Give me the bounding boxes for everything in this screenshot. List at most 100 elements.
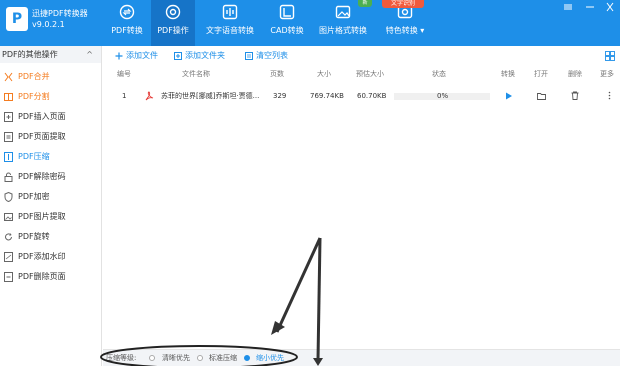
nav-label: 图片格式转换 (319, 26, 367, 35)
clear-list-icon (245, 52, 253, 60)
row-status: 0% (437, 92, 449, 100)
nav-voice[interactable]: 文字语音转换 (205, 0, 255, 46)
row-pages: 329 (273, 92, 287, 100)
option-label: 缩小优先 (256, 354, 284, 362)
sidebar-item-label: PDF解除密码 (18, 172, 66, 181)
unlock-icon (4, 172, 13, 182)
app-window: P 迅捷PDF转换器 v9.0.2.1 PDF转换 PDF操作 文字语音转换 C… (0, 0, 620, 366)
sidebar-item-delete-page[interactable]: PDF删除页面 (0, 267, 101, 287)
nav-pdf-operation[interactable]: PDF操作 (151, 0, 195, 46)
col-open: 打开 (534, 70, 548, 78)
clear-list-label: 清空列表 (256, 51, 288, 60)
col-status: 状态 (432, 70, 446, 78)
col-delete: 删除 (568, 70, 582, 78)
pdf-file-icon (145, 91, 154, 101)
merge-icon (4, 72, 13, 82)
sidebar-item-label: PDF图片提取 (18, 212, 66, 221)
radio-smaller-first[interactable] (244, 355, 250, 361)
table-row[interactable]: 1 苏菲的世界[挪威]乔斯坦·贾德... 329 769.74KB 60.70K… (103, 87, 620, 105)
sidebar-item-label: PDF压缩 (18, 152, 50, 161)
folder-icon[interactable] (537, 92, 546, 100)
app-title: 迅捷PDF转换器 (32, 9, 88, 18)
col-index: 编号 (117, 70, 131, 78)
row-est-size: 60.70KB (357, 92, 387, 100)
sidebar: PDF的其他操作 ^ PDF合并 PDF分割 PDF插入页面 PDF页面提取 P… (0, 46, 102, 366)
row-size: 769.74KB (310, 92, 344, 100)
split-icon (4, 93, 13, 101)
sidebar-item-extract-image[interactable]: PDF图片提取 (0, 207, 101, 227)
nav-cad[interactable]: CAD转换 (268, 0, 306, 46)
cad-icon (279, 4, 295, 20)
sidebar-item-label: PDF删除页面 (18, 272, 66, 281)
sidebar-item-merge[interactable]: PDF合并 (0, 67, 101, 87)
add-file-button[interactable]: 添加文件 (115, 50, 158, 62)
add-folder-icon (174, 52, 182, 60)
sidebar-item-extract-page[interactable]: PDF页面提取 (0, 127, 101, 147)
minimize-icon[interactable] (582, 0, 598, 14)
col-size: 大小 (317, 70, 331, 78)
nav-label: PDF转换 (111, 26, 143, 35)
sidebar-item-insert-page[interactable]: PDF插入页面 (0, 107, 101, 127)
sidebar-item-label: PDF分割 (18, 92, 50, 101)
add-folder-button[interactable]: 添加文件夹 (174, 50, 225, 62)
add-file-label: 添加文件 (126, 51, 158, 60)
toolbar: 添加文件 添加文件夹 清空列表 (103, 46, 620, 66)
pdf-convert-icon (119, 4, 135, 20)
nav-label: PDF操作 (157, 26, 189, 35)
row-index: 1 (122, 92, 127, 100)
table-header: 编号 文件名称 页数 大小 预估大小 状态 转换 打开 删除 更多 (103, 69, 620, 81)
grid-view-icon[interactable] (605, 51, 615, 61)
trash-icon[interactable] (571, 91, 579, 100)
sidebar-item-watermark[interactable]: PDF添加水印 (0, 247, 101, 267)
nav-label: 特色转换 ▾ (385, 26, 425, 35)
sidebar-item-label: PDF旋转 (18, 232, 50, 241)
col-convert: 转换 (501, 70, 515, 78)
nav-pdf-convert[interactable]: PDF转换 (110, 0, 144, 46)
sidebar-item-decrypt[interactable]: PDF解除密码 (0, 167, 101, 187)
sidebar-item-encrypt[interactable]: PDF加密 (0, 187, 101, 207)
row-file-name: 苏菲的世界[挪威]乔斯坦·贾德... (161, 92, 260, 100)
close-icon[interactable] (602, 0, 618, 14)
nav-label: CAD转换 (270, 26, 304, 35)
shield-icon (4, 192, 13, 202)
add-file-icon (115, 52, 123, 60)
sidebar-item-label: PDF页面提取 (18, 132, 66, 141)
insert-page-icon (4, 112, 13, 122)
sidebar-item-label: PDF插入页面 (18, 112, 66, 121)
delete-page-icon (4, 272, 13, 282)
sidebar-item-split[interactable]: PDF分割 (0, 87, 101, 107)
top-bar: P 迅捷PDF转换器 v9.0.2.1 PDF转换 PDF操作 文字语音转换 C… (0, 0, 620, 46)
sidebar-header[interactable]: PDF的其他操作 ^ (0, 46, 101, 63)
clear-list-button[interactable]: 清空列表 (245, 50, 288, 62)
more-icon[interactable] (608, 91, 611, 100)
pdf-operation-icon (165, 4, 181, 20)
col-name: 文件名称 (182, 70, 210, 78)
col-pages: 页数 (270, 70, 284, 78)
image-extract-icon (4, 213, 13, 221)
radio-standard[interactable] (197, 355, 203, 361)
chevron-up-icon[interactable]: ^ (86, 46, 93, 63)
sidebar-item-label: PDF添加水印 (18, 252, 66, 261)
extract-page-icon (4, 132, 13, 142)
col-est-size: 预估大小 (356, 70, 384, 78)
main-panel: 添加文件 添加文件夹 清空列表 编号 文件名称 页数 大小 预估大小 状态 转换… (103, 46, 620, 366)
compress-icon (4, 152, 13, 162)
feature-badge[interactable]: 文字识别 (382, 0, 424, 8)
image-icon (335, 5, 351, 19)
watermark-icon (4, 252, 13, 262)
sidebar-item-label: PDF加密 (18, 192, 50, 201)
rotate-icon (5, 233, 12, 241)
play-icon[interactable] (505, 92, 513, 100)
sidebar-header-label: PDF的其他操作 (2, 50, 58, 59)
add-folder-label: 添加文件夹 (185, 51, 225, 60)
sidebar-item-label: PDF合并 (18, 72, 50, 81)
app-version: v9.0.2.1 (32, 20, 65, 29)
sidebar-item-rotate[interactable]: PDF旋转 (0, 227, 101, 247)
sidebar-item-compress[interactable]: PDF压缩 (0, 147, 101, 167)
new-badge: 新 (358, 0, 372, 7)
option-label: 标准压缩 (209, 354, 237, 362)
menu-icon[interactable] (560, 0, 576, 14)
radio-clear-first[interactable] (149, 355, 155, 361)
compress-level-label: 压缩等级: (106, 354, 137, 362)
col-more: 更多 (600, 70, 614, 78)
